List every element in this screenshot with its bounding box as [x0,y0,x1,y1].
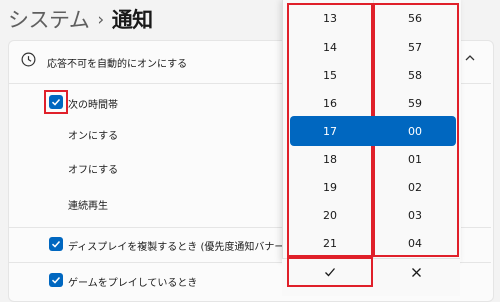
display-duplicate-checkbox[interactable] [49,237,63,251]
game-checkbox[interactable] [49,273,63,287]
minute-item[interactable]: 56 [385,12,445,25]
hour-item[interactable]: 14 [300,41,360,54]
hour-item[interactable]: 15 [300,69,360,82]
time-range-checkbox[interactable] [49,95,63,109]
cancel-button[interactable] [373,257,459,287]
breadcrumb: システム › 通知 [8,4,153,34]
time-range-label: 次の時間帯 [68,100,118,111]
history-icon [21,52,36,67]
breadcrumb-parent[interactable]: システム [8,8,90,32]
close-icon [411,267,421,277]
minute-item[interactable]: 58 [385,69,445,82]
minute-item[interactable]: 02 [385,181,445,194]
minute-item-selected[interactable]: 00 [385,125,445,138]
setting-title: 応答不可を自動的にオンにする [47,59,188,70]
hour-item[interactable]: 13 [300,12,360,25]
hour-item[interactable]: 21 [300,237,360,250]
hour-item[interactable]: 16 [300,97,360,110]
hour-item[interactable]: 18 [300,153,360,166]
hour-item-selected[interactable]: 17 [300,125,360,138]
minute-item[interactable]: 57 [385,41,445,54]
game-label: ゲームをプレイしているとき [68,278,198,289]
check-icon [325,268,335,277]
page-title: 通知 [111,8,154,32]
turn-off-label: オフにする [68,165,119,176]
hour-item[interactable]: 20 [300,209,360,222]
minute-item[interactable]: 04 [385,237,445,250]
hour-item[interactable]: 19 [300,181,360,194]
minute-item[interactable]: 59 [385,97,445,110]
minute-item[interactable]: 03 [385,209,445,222]
confirm-button[interactable] [287,257,373,287]
breadcrumb-separator: › [97,10,104,30]
minute-item[interactable]: 01 [385,153,445,166]
repeat-label: 連続再生 [68,201,108,212]
turn-on-label: オンにする [68,131,119,142]
chevron-up-icon[interactable] [462,52,478,68]
